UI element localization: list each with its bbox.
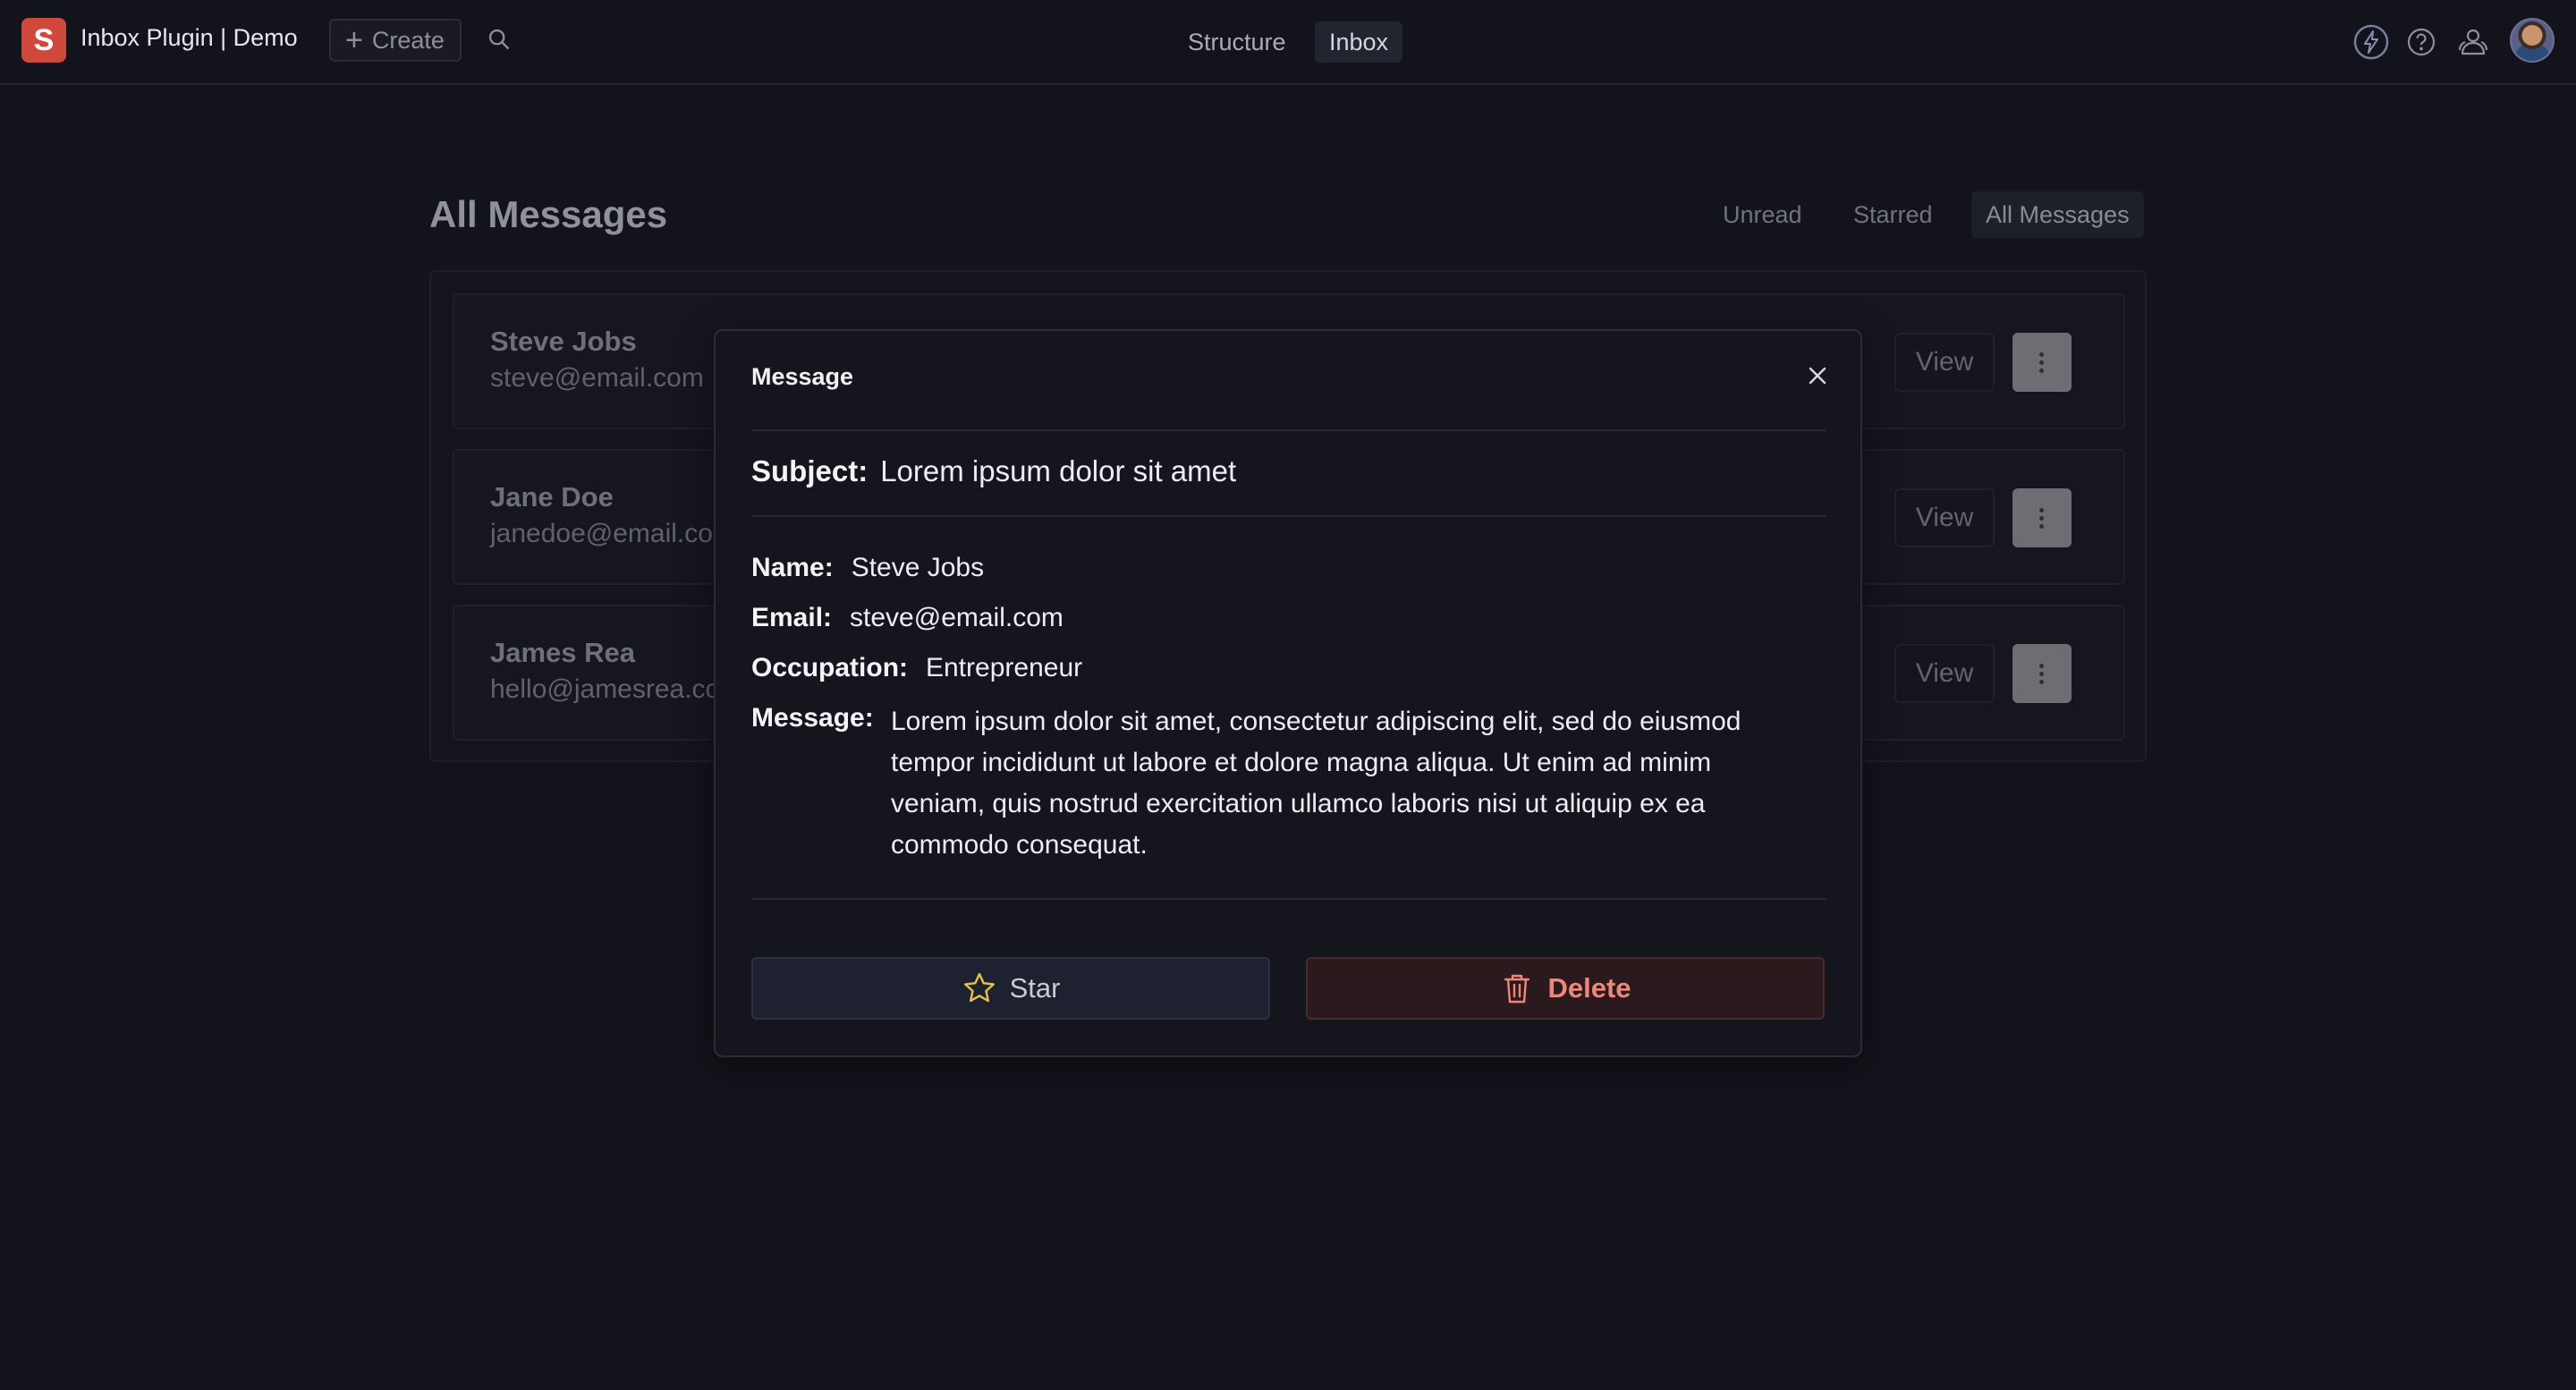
message-dialog: Message Subject: Lorem ipsum dolor sit am… <box>714 329 1862 1057</box>
tab-inbox[interactable]: Inbox <box>1315 21 1403 63</box>
email-row: Email: steve@email.com <box>751 603 1063 633</box>
occupation-value: Entrepreneur <box>926 653 1083 682</box>
filter-tab-all-messages[interactable]: All Messages <box>1971 191 2144 238</box>
subject-label: Subject: <box>751 454 869 487</box>
sender-name: James Rea <box>490 637 636 668</box>
subject-row: Subject: Lorem ipsum dolor sit amet <box>751 454 1236 488</box>
occupation-row: Occupation: Entrepreneur <box>751 653 1082 683</box>
filter-tab-starred[interactable]: Starred <box>1839 191 1947 238</box>
divider <box>751 515 1826 517</box>
message-body: Lorem ipsum dolor sit amet, consectetur … <box>891 707 1741 860</box>
email-label: Email: <box>751 603 833 632</box>
sender-email: steve@email.com <box>490 363 704 393</box>
view-button[interactable]: View <box>1894 488 1995 547</box>
more-options-icon[interactable] <box>2012 644 2072 703</box>
page-title: All Messages <box>429 193 668 235</box>
studio-logo-icon[interactable]: S <box>21 18 66 63</box>
email-value: steve@email.com <box>850 603 1063 632</box>
people-icon[interactable] <box>2456 25 2490 59</box>
bolt-icon[interactable] <box>2352 23 2390 61</box>
delete-button[interactable]: Delete <box>1306 957 1825 1020</box>
app-title[interactable]: Inbox Plugin | Demo <box>80 24 298 52</box>
divider <box>751 898 1826 900</box>
create-button[interactable]: + Create <box>329 19 462 62</box>
dialog-title: Message <box>751 363 854 390</box>
top-navbar: S Inbox Plugin | Demo + Create Structure… <box>0 0 2576 85</box>
app-window: S Inbox Plugin | Demo + Create Structure… <box>0 0 2576 1390</box>
star-button[interactable]: Star <box>751 957 1270 1020</box>
divider <box>751 429 1826 431</box>
view-button[interactable]: View <box>1894 333 1995 392</box>
more-options-icon[interactable] <box>2012 333 2072 392</box>
star-icon <box>963 972 995 1003</box>
name-label: Name: <box>751 553 834 582</box>
create-label: Create <box>371 27 445 54</box>
name-row: Name: Steve Jobs <box>751 553 984 583</box>
subject-value: Lorem ipsum dolor sit amet <box>880 454 1237 487</box>
filter-tab-unread[interactable]: Unread <box>1708 191 1817 238</box>
user-avatar[interactable] <box>2510 18 2555 63</box>
search-icon[interactable] <box>487 27 512 52</box>
close-icon[interactable] <box>1805 363 1830 388</box>
sender-email: hello@jamesrea.co <box>490 674 721 704</box>
sender-name: Jane Doe <box>490 481 614 513</box>
tab-structure[interactable]: Structure <box>1174 21 1301 63</box>
help-icon[interactable] <box>2406 27 2436 57</box>
view-button[interactable]: View <box>1894 644 1995 703</box>
sender-email: janedoe@email.com <box>490 519 735 548</box>
sender-name: Steve Jobs <box>490 326 637 357</box>
trash-icon <box>1504 974 1530 1004</box>
more-options-icon[interactable] <box>2012 488 2072 547</box>
star-label: Star <box>1009 972 1061 1004</box>
name-value: Steve Jobs <box>851 553 985 582</box>
delete-label: Delete <box>1547 972 1631 1004</box>
occupation-label: Occupation: <box>751 653 909 682</box>
message-label: Message: <box>751 703 874 733</box>
plus-icon: + <box>345 23 363 57</box>
